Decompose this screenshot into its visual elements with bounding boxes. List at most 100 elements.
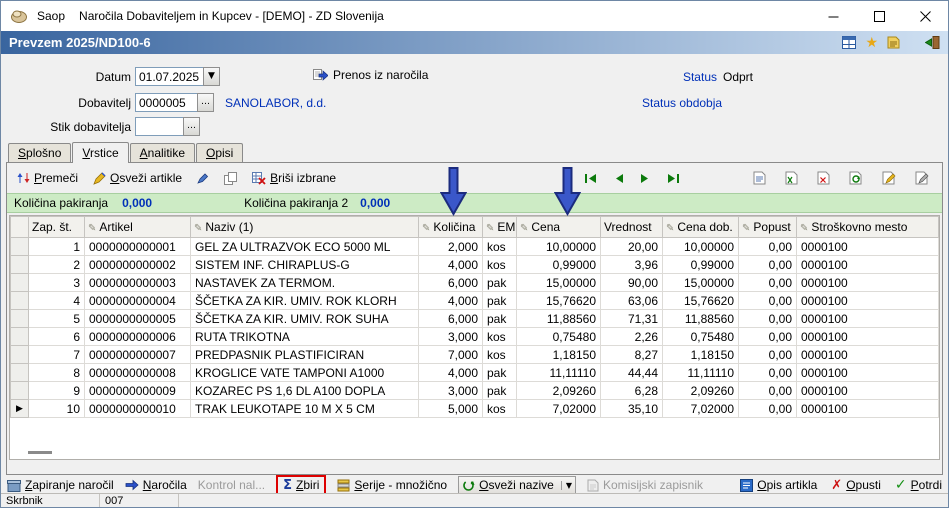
stik-input[interactable] (135, 117, 184, 136)
cell-stroskovno-mesto[interactable]: 0000100 (796, 363, 939, 382)
prenos-iz-narocila-button[interactable]: Prenos iz naročila (313, 68, 428, 82)
last-record-button[interactable] (661, 170, 686, 187)
col-popust[interactable]: ✎ Popust (738, 216, 797, 238)
table-row[interactable]: 7 0000000000007 PREDPASNIK PLASTIFICIRAN… (10, 345, 939, 364)
table-row[interactable]: 6 0000000000006 RUTA TRIKOTNA 3,000 kos … (10, 327, 939, 346)
cell-popust[interactable]: 0,00 (738, 381, 797, 400)
cell-artikel[interactable]: 0000000000002 (84, 255, 191, 274)
col-cena[interactable]: ✎ Cena (516, 216, 601, 238)
cell-naziv[interactable]: TRAK LEUKOTAPE 10 M X 5 CM (190, 399, 419, 418)
cell-cena[interactable]: 2,09260 (516, 381, 601, 400)
stik-lookup-button[interactable]: … (183, 117, 200, 136)
row-selector[interactable] (10, 255, 29, 274)
cell-popust[interactable]: 0,00 (738, 273, 797, 292)
row-selector[interactable] (10, 345, 29, 364)
cell-naziv[interactable]: KROGLICE VATE TAMPONI A1000 (190, 363, 419, 382)
cell-kolicina[interactable]: 4,000 (418, 291, 483, 310)
cell-zap-st[interactable]: 1 (28, 237, 85, 256)
row-selector[interactable] (10, 291, 29, 310)
cell-vrednost[interactable]: 8,27 (600, 345, 663, 364)
cell-cena-dob[interactable]: 15,76620 (662, 291, 739, 310)
cell-zap-st[interactable]: 7 (28, 345, 85, 364)
row-selector[interactable] (10, 381, 29, 400)
col-cena-dob[interactable]: ✎ Cena dob. (662, 216, 739, 238)
cell-em[interactable]: kos (482, 399, 517, 418)
cell-zap-st[interactable]: 2 (28, 255, 85, 274)
cell-cena[interactable]: 0,75480 (516, 327, 601, 346)
cell-stroskovno-mesto[interactable]: 0000100 (796, 273, 939, 292)
cell-cena[interactable]: 11,88560 (516, 309, 601, 328)
cell-em[interactable]: pak (482, 273, 517, 292)
cell-cena-dob[interactable]: 11,88560 (662, 309, 739, 328)
cell-cena-dob[interactable]: 0,75480 (662, 327, 739, 346)
copy-lines-button[interactable] (218, 169, 243, 188)
cell-artikel[interactable]: 0000000000004 (84, 291, 191, 310)
datum-input[interactable] (135, 67, 204, 86)
cell-stroskovno-mesto[interactable]: 0000100 (796, 327, 939, 346)
cell-vrednost[interactable]: 35,10 (600, 399, 663, 418)
cell-kolicina[interactable]: 6,000 (418, 309, 483, 328)
cell-artikel[interactable]: 0000000000005 (84, 309, 191, 328)
cell-cena[interactable]: 1,18150 (516, 345, 601, 364)
maximize-button[interactable] (856, 1, 902, 31)
cell-em[interactable]: kos (482, 237, 517, 256)
cell-artikel[interactable]: 0000000000006 (84, 327, 191, 346)
cell-popust[interactable]: 0,00 (738, 327, 797, 346)
tab-opisi[interactable]: Opisi (196, 143, 244, 162)
zapiranje-narocil-button[interactable]: Zapiranje naročil (7, 478, 114, 492)
zbiri-button[interactable]: Σ Zbiri (276, 475, 327, 495)
cell-stroskovno-mesto[interactable]: 0000100 (796, 381, 939, 400)
row-selector[interactable] (10, 273, 29, 292)
row-selector[interactable] (10, 327, 29, 346)
cell-artikel[interactable]: 0000000000001 (84, 237, 191, 256)
cell-naziv[interactable]: ŠČETKA ZA KIR. UMIV. ROK SUHA (190, 309, 419, 328)
cell-em[interactable]: pak (482, 309, 517, 328)
cell-zap-st[interactable]: 6 (28, 327, 85, 346)
cell-naziv[interactable]: NASTAVEK ZA TERMOM. (190, 273, 419, 292)
col-naziv[interactable]: ✎ Naziv (1) (190, 216, 419, 238)
row-selector[interactable] (10, 237, 29, 256)
col-stroskovno-mesto[interactable]: ✎ Stroškovno mesto (796, 216, 939, 238)
opis-artikla-button[interactable]: Opis artikla (740, 478, 817, 492)
cell-cena-dob[interactable]: 11,11110 (662, 363, 739, 382)
cell-naziv[interactable]: ŠČETKA ZA KIR. UMIV. ROK KLORH (190, 291, 419, 310)
col-artikel[interactable]: ✎ Artikel (84, 216, 191, 238)
cell-vrednost[interactable]: 90,00 (600, 273, 663, 292)
osvezi-nazive-button[interactable]: Osveži nazive ▼ (458, 476, 576, 494)
cell-zap-st[interactable]: 3 (28, 273, 85, 292)
cell-popust[interactable]: 0,00 (738, 291, 797, 310)
status-obdobja-link[interactable]: Status obdobja (642, 96, 722, 110)
cell-em[interactable]: pak (482, 291, 517, 310)
horizontal-scrollbar-thumb[interactable] (28, 451, 52, 454)
tab-analitike[interactable]: Analitike (129, 143, 195, 162)
table-row[interactable]: 4 0000000000004 ŠČETKA ZA KIR. UMIV. ROK… (10, 291, 939, 310)
cell-artikel[interactable]: 0000000000003 (84, 273, 191, 292)
cell-kolicina[interactable]: 4,000 (418, 255, 483, 274)
table-row[interactable]: 1 0000000000001 GEL ZA ULTRAZVOK ECO 500… (10, 237, 939, 256)
cell-cena[interactable]: 15,76620 (516, 291, 601, 310)
cell-kolicina[interactable]: 3,000 (418, 327, 483, 346)
cell-naziv[interactable]: RUTA TRIKOTNA (190, 327, 419, 346)
cell-zap-st[interactable]: 9 (28, 381, 85, 400)
serije-mnozicno-button[interactable]: Serije - množično (337, 478, 447, 492)
tab-vrstice[interactable]: Vrstice (72, 142, 129, 163)
cell-cena[interactable]: 10,00000 (516, 237, 601, 256)
prev-record-button[interactable] (607, 170, 630, 187)
col-zap-st[interactable]: Zap. št. (28, 216, 85, 238)
properties-document-button[interactable] (909, 168, 935, 188)
cell-zap-st[interactable]: 4 (28, 291, 85, 310)
cell-vrednost[interactable]: 44,44 (600, 363, 663, 382)
cell-stroskovno-mesto[interactable]: 0000100 (796, 309, 939, 328)
cell-naziv[interactable]: KOZAREC PS 1,6 DL A100 DOPLA (190, 381, 419, 400)
cell-artikel[interactable]: 0000000000008 (84, 363, 191, 382)
cell-zap-st[interactable]: 5 (28, 309, 85, 328)
refresh-preview-button[interactable] (843, 168, 869, 188)
cell-zap-st[interactable]: 10 (28, 399, 85, 418)
cell-stroskovno-mesto[interactable]: 0000100 (796, 237, 939, 256)
cell-vrednost[interactable]: 71,31 (600, 309, 663, 328)
delete-document-button[interactable] (811, 168, 836, 188)
table-row[interactable]: 8 0000000000008 KROGLICE VATE TAMPONI A1… (10, 363, 939, 382)
col-kolicina[interactable]: ✎ Količina (418, 216, 483, 238)
cell-naziv[interactable]: PREDPASNIK PLASTIFICIRAN (190, 345, 419, 364)
cell-artikel[interactable]: 0000000000010 (84, 399, 191, 418)
